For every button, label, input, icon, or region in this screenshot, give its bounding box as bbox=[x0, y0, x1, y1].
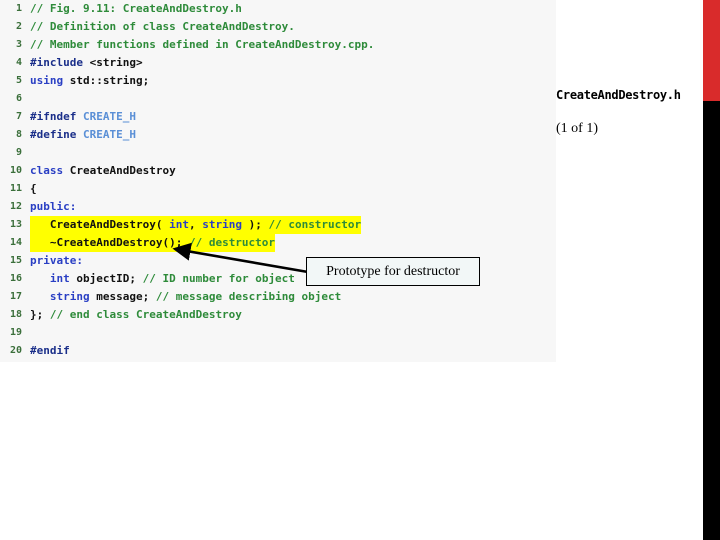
code-line-text: using std::string; bbox=[30, 72, 149, 90]
code-line-number: 14 bbox=[9, 237, 22, 248]
code-token: // constructor bbox=[268, 218, 362, 231]
code-line-number: 12 bbox=[9, 201, 22, 212]
code-line: 18}; // end class CreateAndDestroy bbox=[0, 306, 556, 324]
code-line-number: 6 bbox=[15, 93, 22, 104]
code-line: 4 #include <string> bbox=[0, 54, 556, 72]
code-line-text: #include <string> bbox=[30, 54, 143, 72]
code-token: objectID; bbox=[69, 272, 143, 285]
code-line-number: 13 bbox=[9, 219, 22, 230]
code-token: // destructor bbox=[188, 236, 276, 249]
code-token: ~CreateAndDestroy(); bbox=[30, 236, 189, 249]
code-line-text: CreateAndDestroy( int, string ); // cons… bbox=[30, 216, 362, 234]
code-line-text: private: bbox=[30, 252, 83, 270]
code-line: 11 { bbox=[0, 180, 556, 198]
code-token: int bbox=[49, 272, 70, 285]
code-token: , bbox=[188, 218, 203, 231]
code-token: private: bbox=[30, 254, 83, 267]
code-line: 1 // Fig. 9.11: CreateAndDestroy.h bbox=[0, 0, 556, 18]
code-line-number: 19 bbox=[9, 327, 22, 338]
code-line: 12 public: bbox=[0, 198, 556, 216]
page-count-label: (1 of 1) bbox=[556, 121, 598, 136]
code-line-number: 1 bbox=[15, 3, 22, 14]
file-title-label: CreateAndDestroy.h bbox=[556, 88, 681, 102]
code-listing-panel: 1 // Fig. 9.11: CreateAndDestroy.h 2 // Def… bbox=[0, 0, 556, 362]
code-token: #endif bbox=[30, 344, 70, 357]
code-line: 10 class CreateAndDestroy bbox=[0, 162, 556, 180]
code-token: class bbox=[30, 164, 70, 177]
code-line-number: 3 bbox=[15, 39, 22, 50]
code-line-text: // Member functions defined in CreateAnd… bbox=[30, 36, 374, 54]
code-token: message; bbox=[89, 290, 156, 303]
code-line: 8 #define CREATE_H bbox=[0, 126, 556, 144]
code-line-number: 2 bbox=[15, 21, 22, 32]
code-line-number: 15 bbox=[9, 255, 22, 266]
code-line-text: class CreateAndDestroy bbox=[30, 162, 176, 180]
code-token: }; bbox=[30, 308, 50, 321]
code-line: 3 // Member functions defined in CreateAn… bbox=[0, 36, 556, 54]
code-token: { bbox=[30, 182, 37, 195]
code-token: // Fig. 9.11: CreateAndDestroy.h bbox=[30, 2, 242, 15]
code-line-text: public: bbox=[30, 198, 76, 216]
code-token: public: bbox=[30, 200, 77, 213]
code-line: 6 bbox=[0, 90, 556, 108]
code-token: // Definition of class CreateAndDestroy. bbox=[30, 20, 295, 33]
code-token: string bbox=[49, 290, 90, 303]
code-line: 5 using std::string; bbox=[0, 72, 556, 90]
code-token: // end class CreateAndDestroy bbox=[49, 308, 242, 321]
code-line-number: 4 bbox=[15, 57, 22, 68]
code-token: CreateAndDestroy( bbox=[30, 218, 170, 231]
code-token: std::string; bbox=[69, 74, 150, 87]
code-line-text: // Fig. 9.11: CreateAndDestroy.h bbox=[30, 0, 242, 18]
code-token: int bbox=[169, 218, 189, 231]
code-token: // Member functions defined in CreateAnd… bbox=[30, 38, 375, 51]
code-line-text: #ifndef CREATE_H bbox=[30, 108, 136, 126]
code-line: 19 bbox=[0, 324, 556, 342]
callout-label: Prototype for destructor bbox=[326, 263, 460, 279]
code-line-number: 8 bbox=[15, 129, 22, 140]
code-line: 14 ~CreateAndDestroy(); // destructor bbox=[0, 234, 556, 252]
code-line-number: 10 bbox=[9, 165, 22, 176]
code-line-text: }; // end class CreateAndDestroy bbox=[30, 306, 242, 324]
code-line-number: 5 bbox=[15, 75, 22, 86]
code-token: #include bbox=[30, 56, 90, 69]
code-token: string bbox=[202, 218, 242, 231]
code-line-text: #endif bbox=[30, 342, 70, 360]
code-token: <string> bbox=[89, 56, 143, 69]
code-line: 9 bbox=[0, 144, 556, 162]
right-black-accent-bar bbox=[703, 101, 720, 540]
code-line-number: 18 bbox=[9, 309, 22, 320]
code-line-text: ~CreateAndDestroy(); // destructor bbox=[30, 234, 276, 252]
code-line-number: 20 bbox=[9, 345, 22, 356]
code-line: 13 CreateAndDestroy( int, string ); // c… bbox=[0, 216, 556, 234]
code-line: 2 // Definition of class CreateAndDestroy… bbox=[0, 18, 556, 36]
code-line: 17 string message; // message describing… bbox=[0, 288, 556, 306]
code-token: // ID number for object bbox=[142, 272, 295, 285]
code-line: 7 #ifndef CREATE_H bbox=[0, 108, 556, 126]
code-line-number: 9 bbox=[15, 147, 22, 158]
code-line-text: // Definition of class CreateAndDestroy. bbox=[30, 18, 295, 36]
callout-prototype-for-destructor: Prototype for destructor bbox=[306, 257, 480, 286]
code-line-number: 7 bbox=[15, 111, 22, 122]
code-line-number: 17 bbox=[9, 291, 22, 302]
code-token: // message describing object bbox=[155, 290, 342, 303]
code-line: 20 #endif bbox=[0, 342, 556, 360]
code-line-number: 16 bbox=[9, 273, 22, 284]
code-token: CREATE_H bbox=[82, 128, 136, 141]
code-line-number: 11 bbox=[9, 183, 22, 194]
code-line-text: #define CREATE_H bbox=[30, 126, 136, 144]
right-red-accent-bar bbox=[703, 0, 720, 101]
code-token: #ifndef bbox=[30, 110, 83, 123]
code-token: ); bbox=[241, 218, 269, 231]
code-line-text: int objectID; // ID number for object bbox=[30, 270, 295, 288]
code-token: #define bbox=[30, 128, 83, 141]
code-line-text: string message; // message describing ob… bbox=[30, 288, 341, 306]
code-line-text: { bbox=[30, 180, 37, 198]
code-token: CreateAndDestroy bbox=[69, 164, 176, 177]
code-token: CREATE_H bbox=[82, 110, 136, 123]
code-token: using bbox=[30, 74, 70, 87]
